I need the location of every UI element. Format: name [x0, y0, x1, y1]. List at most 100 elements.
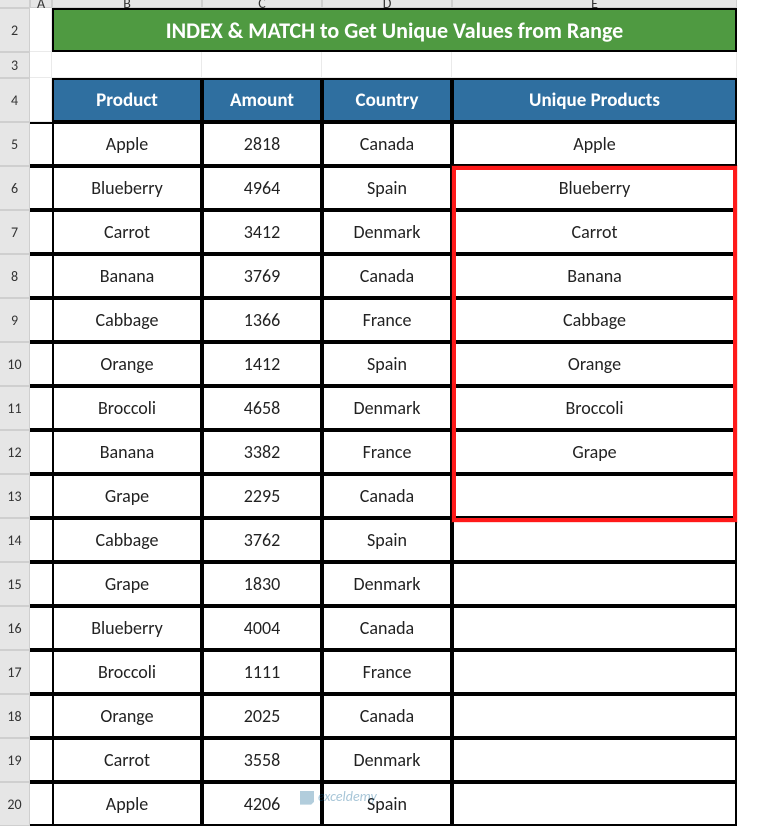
data-cell-country[interactable]: Spain	[322, 518, 452, 562]
cell[interactable]	[30, 386, 52, 430]
data-cell-country[interactable]: Canada	[322, 474, 452, 518]
cell[interactable]	[30, 606, 52, 650]
cell[interactable]	[30, 474, 52, 518]
data-cell-unique[interactable]: Apple	[452, 122, 737, 166]
title-banner[interactable]: INDEX & MATCH to Get Unique Values from …	[52, 8, 737, 52]
data-cell-product[interactable]: Blueberry	[52, 606, 202, 650]
data-cell-amount[interactable]: 3382	[202, 430, 322, 474]
cell[interactable]	[30, 694, 52, 738]
data-cell-country[interactable]: France	[322, 650, 452, 694]
row-header[interactable]: 8	[0, 254, 30, 298]
data-cell-product[interactable]: Banana	[52, 430, 202, 474]
header-product[interactable]: Product	[52, 78, 202, 122]
col-header-D[interactable]: D	[322, 0, 452, 8]
row-header[interactable]: 2	[0, 8, 30, 52]
cell[interactable]	[30, 254, 52, 298]
cell[interactable]	[30, 342, 52, 386]
cell[interactable]	[30, 166, 52, 210]
data-cell-unique[interactable]: Grape	[452, 430, 737, 474]
cell[interactable]	[30, 430, 52, 474]
data-cell-country[interactable]: France	[322, 298, 452, 342]
cell[interactable]	[52, 52, 202, 78]
row-header[interactable]: 10	[0, 342, 30, 386]
row-header[interactable]: 18	[0, 694, 30, 738]
header-unique[interactable]: Unique Products	[452, 78, 737, 122]
row-header[interactable]: 13	[0, 474, 30, 518]
data-cell-product[interactable]: Broccoli	[52, 650, 202, 694]
data-cell-amount[interactable]: 4658	[202, 386, 322, 430]
data-cell-country[interactable]: France	[322, 430, 452, 474]
cell[interactable]	[30, 78, 52, 122]
data-cell-unique[interactable]: Blueberry	[452, 166, 737, 210]
col-header-A[interactable]: A	[30, 0, 52, 8]
cell[interactable]	[30, 8, 52, 52]
data-cell-product[interactable]: Carrot	[52, 738, 202, 782]
cell[interactable]	[452, 52, 737, 78]
data-cell-product[interactable]: Cabbage	[52, 298, 202, 342]
row-header[interactable]: 5	[0, 122, 30, 166]
data-cell-product[interactable]: Carrot	[52, 210, 202, 254]
data-cell-unique[interactable]: Cabbage	[452, 298, 737, 342]
data-cell-unique[interactable]	[452, 474, 737, 518]
data-cell-product[interactable]: Orange	[52, 342, 202, 386]
row-header[interactable]: 17	[0, 650, 30, 694]
data-cell-amount[interactable]: 4964	[202, 166, 322, 210]
data-cell-unique[interactable]	[452, 650, 737, 694]
data-cell-amount[interactable]: 1111	[202, 650, 322, 694]
row-header[interactable]: 7	[0, 210, 30, 254]
data-cell-country[interactable]: Spain	[322, 342, 452, 386]
data-cell-unique[interactable]	[452, 694, 737, 738]
data-cell-amount[interactable]: 2025	[202, 694, 322, 738]
data-cell-amount[interactable]: 4004	[202, 606, 322, 650]
data-cell-product[interactable]: Blueberry	[52, 166, 202, 210]
col-header-B[interactable]: B	[52, 0, 202, 8]
cell[interactable]	[30, 122, 52, 166]
data-cell-unique[interactable]	[452, 562, 737, 606]
data-cell-country[interactable]: Denmark	[322, 386, 452, 430]
data-cell-unique[interactable]	[452, 518, 737, 562]
data-cell-amount[interactable]: 1366	[202, 298, 322, 342]
data-cell-amount[interactable]: 3762	[202, 518, 322, 562]
data-cell-product[interactable]: Grape	[52, 562, 202, 606]
row-header[interactable]: 9	[0, 298, 30, 342]
data-cell-amount[interactable]: 1830	[202, 562, 322, 606]
cell[interactable]	[30, 650, 52, 694]
row-header[interactable]: 19	[0, 738, 30, 782]
data-cell-unique[interactable]: Banana	[452, 254, 737, 298]
row-header[interactable]: 15	[0, 562, 30, 606]
col-header-C[interactable]: C	[202, 0, 322, 8]
row-header[interactable]: 14	[0, 518, 30, 562]
row-header[interactable]: 6	[0, 166, 30, 210]
data-cell-country[interactable]: Canada	[322, 122, 452, 166]
cell[interactable]	[30, 738, 52, 782]
row-header[interactable]: 16	[0, 606, 30, 650]
data-cell-country[interactable]: Canada	[322, 606, 452, 650]
data-cell-product[interactable]: Apple	[52, 122, 202, 166]
cell[interactable]	[30, 298, 52, 342]
row-header[interactable]: 4	[0, 78, 30, 122]
data-cell-unique[interactable]	[452, 738, 737, 782]
row-header[interactable]: 3	[0, 52, 30, 78]
data-cell-unique[interactable]	[452, 782, 737, 826]
row-header[interactable]: 12	[0, 430, 30, 474]
data-cell-country[interactable]: Canada	[322, 694, 452, 738]
data-cell-product[interactable]: Broccoli	[52, 386, 202, 430]
col-header-E[interactable]: E	[452, 0, 737, 8]
data-cell-amount[interactable]: 2818	[202, 122, 322, 166]
data-cell-amount[interactable]: 1412	[202, 342, 322, 386]
data-cell-product[interactable]: Banana	[52, 254, 202, 298]
data-cell-amount[interactable]: 3769	[202, 254, 322, 298]
data-cell-amount[interactable]: 4206	[202, 782, 322, 826]
row-header[interactable]: 20	[0, 782, 30, 826]
data-cell-country[interactable]: Spain	[322, 782, 452, 826]
select-all-corner[interactable]	[0, 0, 30, 8]
row-header[interactable]: 11	[0, 386, 30, 430]
data-cell-product[interactable]: Grape	[52, 474, 202, 518]
cell[interactable]	[30, 562, 52, 606]
data-cell-amount[interactable]: 3558	[202, 738, 322, 782]
data-cell-country[interactable]: Denmark	[322, 210, 452, 254]
data-cell-amount[interactable]: 2295	[202, 474, 322, 518]
data-cell-unique[interactable]: Carrot	[452, 210, 737, 254]
data-cell-unique[interactable]	[452, 606, 737, 650]
data-cell-country[interactable]: Denmark	[322, 738, 452, 782]
